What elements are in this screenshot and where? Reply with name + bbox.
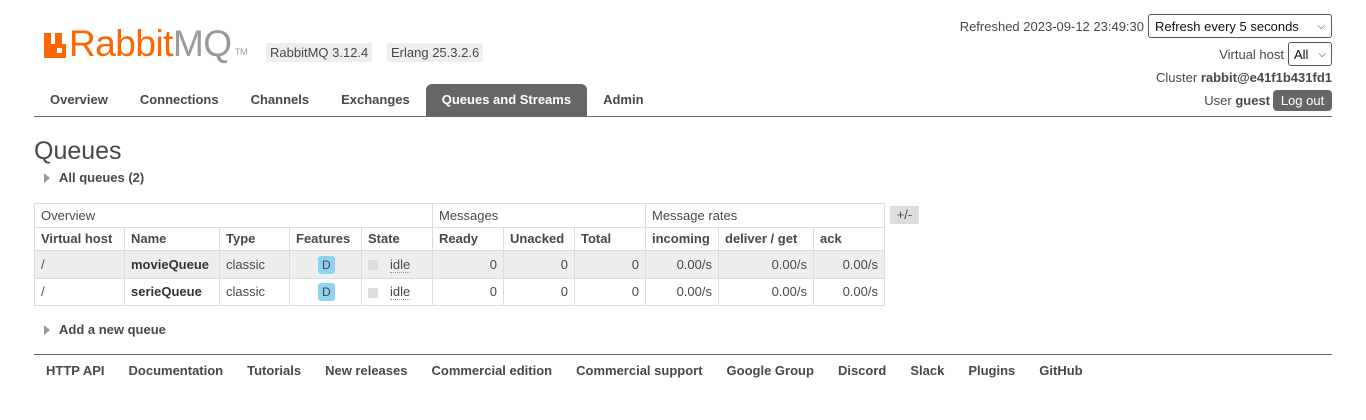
durable-badge: D [318, 283, 335, 301]
cell-unacked: 0 [503, 250, 575, 279]
rabbitmq-logo[interactable]: RabbitMQ TM [44, 23, 248, 64]
durable-badge: D [318, 255, 335, 274]
all-queues-label: All queues (2) [59, 170, 145, 185]
footer-links: HTTP API Documentation Tutorials New rel… [34, 362, 1095, 379]
footer-link-documentation[interactable]: Documentation [117, 362, 236, 379]
cell-unacked: 0 [503, 278, 575, 306]
queue-name-link[interactable]: movieQueue [124, 250, 220, 279]
cell-features: D [289, 250, 362, 279]
cell-ready: 0 [432, 250, 504, 279]
column-header-features[interactable]: Features [289, 227, 362, 251]
cell-state: idle [361, 250, 433, 279]
footer-link-github[interactable]: GitHub [1027, 362, 1094, 379]
cell-deliver-get: 0.00/s [718, 278, 814, 306]
cell-ack: 0.00/s [813, 278, 885, 306]
table-row[interactable]: / movieQueue classic D idle 0 0 0 0.00/s… [34, 250, 885, 279]
column-options-button[interactable]: +/- [890, 206, 919, 224]
user-label: User [1204, 93, 1232, 108]
footer-link-commercial-support[interactable]: Commercial support [564, 362, 714, 379]
add-queue-label: Add a new queue [59, 322, 166, 337]
cell-type: classic [219, 250, 290, 279]
cell-virtual-host: / [34, 278, 125, 306]
footer-divider [34, 354, 1332, 355]
refresh-interval-value: Refresh every 5 seconds [1155, 18, 1299, 34]
group-header-messages: Messages [432, 203, 646, 228]
cell-type: classic [219, 278, 290, 306]
cell-incoming: 0.00/s [645, 278, 719, 306]
footer-link-new-releases[interactable]: New releases [313, 362, 419, 379]
cluster-label: Cluster [1156, 70, 1198, 85]
cell-total: 0 [574, 250, 646, 279]
group-header-overview: Overview [34, 203, 433, 228]
column-header-type[interactable]: Type [219, 227, 290, 251]
state-label: idle [390, 284, 411, 300]
logo-wordmark: RabbitMQ [69, 23, 232, 64]
footer-link-tutorials[interactable]: Tutorials [235, 362, 313, 379]
rabbitmq-version-badge: RabbitMQ 3.12.4 [266, 43, 373, 62]
cell-deliver-get: 0.00/s [718, 250, 814, 279]
column-header-ready[interactable]: Ready [432, 227, 504, 251]
column-header-deliver-get[interactable]: deliver / get [718, 227, 814, 251]
column-header-name[interactable]: Name [124, 227, 220, 251]
tab-exchanges[interactable]: Exchanges [325, 84, 426, 116]
add-queue-toggle[interactable]: Add a new queue [44, 321, 166, 339]
user-info: User guest [1204, 91, 1270, 110]
tab-connections[interactable]: Connections [124, 84, 235, 116]
tab-queues-and-streams[interactable]: Queues and Streams [425, 84, 588, 116]
chevron-down-icon: ⌵ [1317, 20, 1325, 32]
state-indicator-icon [368, 287, 378, 298]
state-label: idle [390, 256, 411, 273]
footer-link-commercial-edition[interactable]: Commercial edition [419, 362, 564, 379]
tab-admin[interactable]: Admin [587, 84, 659, 116]
tab-channels[interactable]: Channels [235, 84, 326, 116]
queues-table: Overview Messages Message rates Virtual … [34, 203, 885, 306]
footer-link-slack[interactable]: Slack [898, 362, 956, 379]
column-header-state[interactable]: State [361, 227, 433, 251]
column-header-ack[interactable]: ack [813, 227, 885, 251]
cell-ack: 0.00/s [813, 250, 885, 279]
footer-link-discord[interactable]: Discord [826, 362, 898, 379]
table-row[interactable]: / serieQueue classic D idle 0 0 0 0.00/s… [34, 278, 885, 306]
footer-link-google-group[interactable]: Google Group [715, 362, 826, 379]
erlang-version-badge: Erlang 25.3.2.6 [387, 43, 484, 62]
virtual-host-label: Virtual host [1219, 47, 1284, 62]
page-title: Queues [34, 137, 122, 165]
column-header-unacked[interactable]: Unacked [503, 227, 575, 251]
trademark-mark: TM [234, 47, 248, 57]
expand-triangle-icon [44, 325, 50, 335]
tab-overview[interactable]: Overview [34, 84, 124, 116]
group-header-message-rates: Message rates [645, 203, 885, 228]
cell-ready: 0 [432, 278, 504, 306]
main-nav-tabs: Overview Connections Channels Exchanges … [34, 84, 660, 116]
cell-features: D [289, 278, 362, 306]
column-header-virtual-host[interactable]: Virtual host [34, 227, 125, 251]
cell-incoming: 0.00/s [645, 250, 719, 279]
cell-state: idle [361, 278, 433, 306]
queue-name-link[interactable]: serieQueue [124, 278, 220, 306]
footer-link-http-api[interactable]: HTTP API [34, 362, 117, 379]
refresh-interval-select[interactable]: Refresh every 5 seconds ⌵ [1148, 14, 1332, 38]
rabbit-logo-icon [44, 33, 66, 58]
refreshed-timestamp: Refreshed 2023-09-12 23:49:30 [959, 19, 1144, 34]
cluster-info: Cluster rabbit@e41f1b431fd1 [1156, 68, 1332, 87]
user-name: guest [1235, 93, 1270, 108]
expand-triangle-icon [44, 173, 50, 183]
logout-button[interactable]: Log out [1273, 90, 1332, 111]
state-indicator-icon [368, 260, 378, 271]
column-header-incoming[interactable]: incoming [645, 227, 719, 251]
cell-total: 0 [574, 278, 646, 306]
cell-virtual-host: / [34, 250, 125, 279]
cluster-name: rabbit@e41f1b431fd1 [1200, 70, 1332, 85]
all-queues-toggle[interactable]: All queues (2) [44, 169, 144, 187]
virtual-host-select[interactable]: All ⌵ [1288, 42, 1332, 66]
virtual-host-value: All [1294, 46, 1309, 62]
tabs-divider [34, 116, 1332, 117]
footer-link-plugins[interactable]: Plugins [956, 362, 1027, 379]
column-header-total[interactable]: Total [574, 227, 646, 251]
chevron-down-icon: ⌵ [1318, 48, 1326, 60]
